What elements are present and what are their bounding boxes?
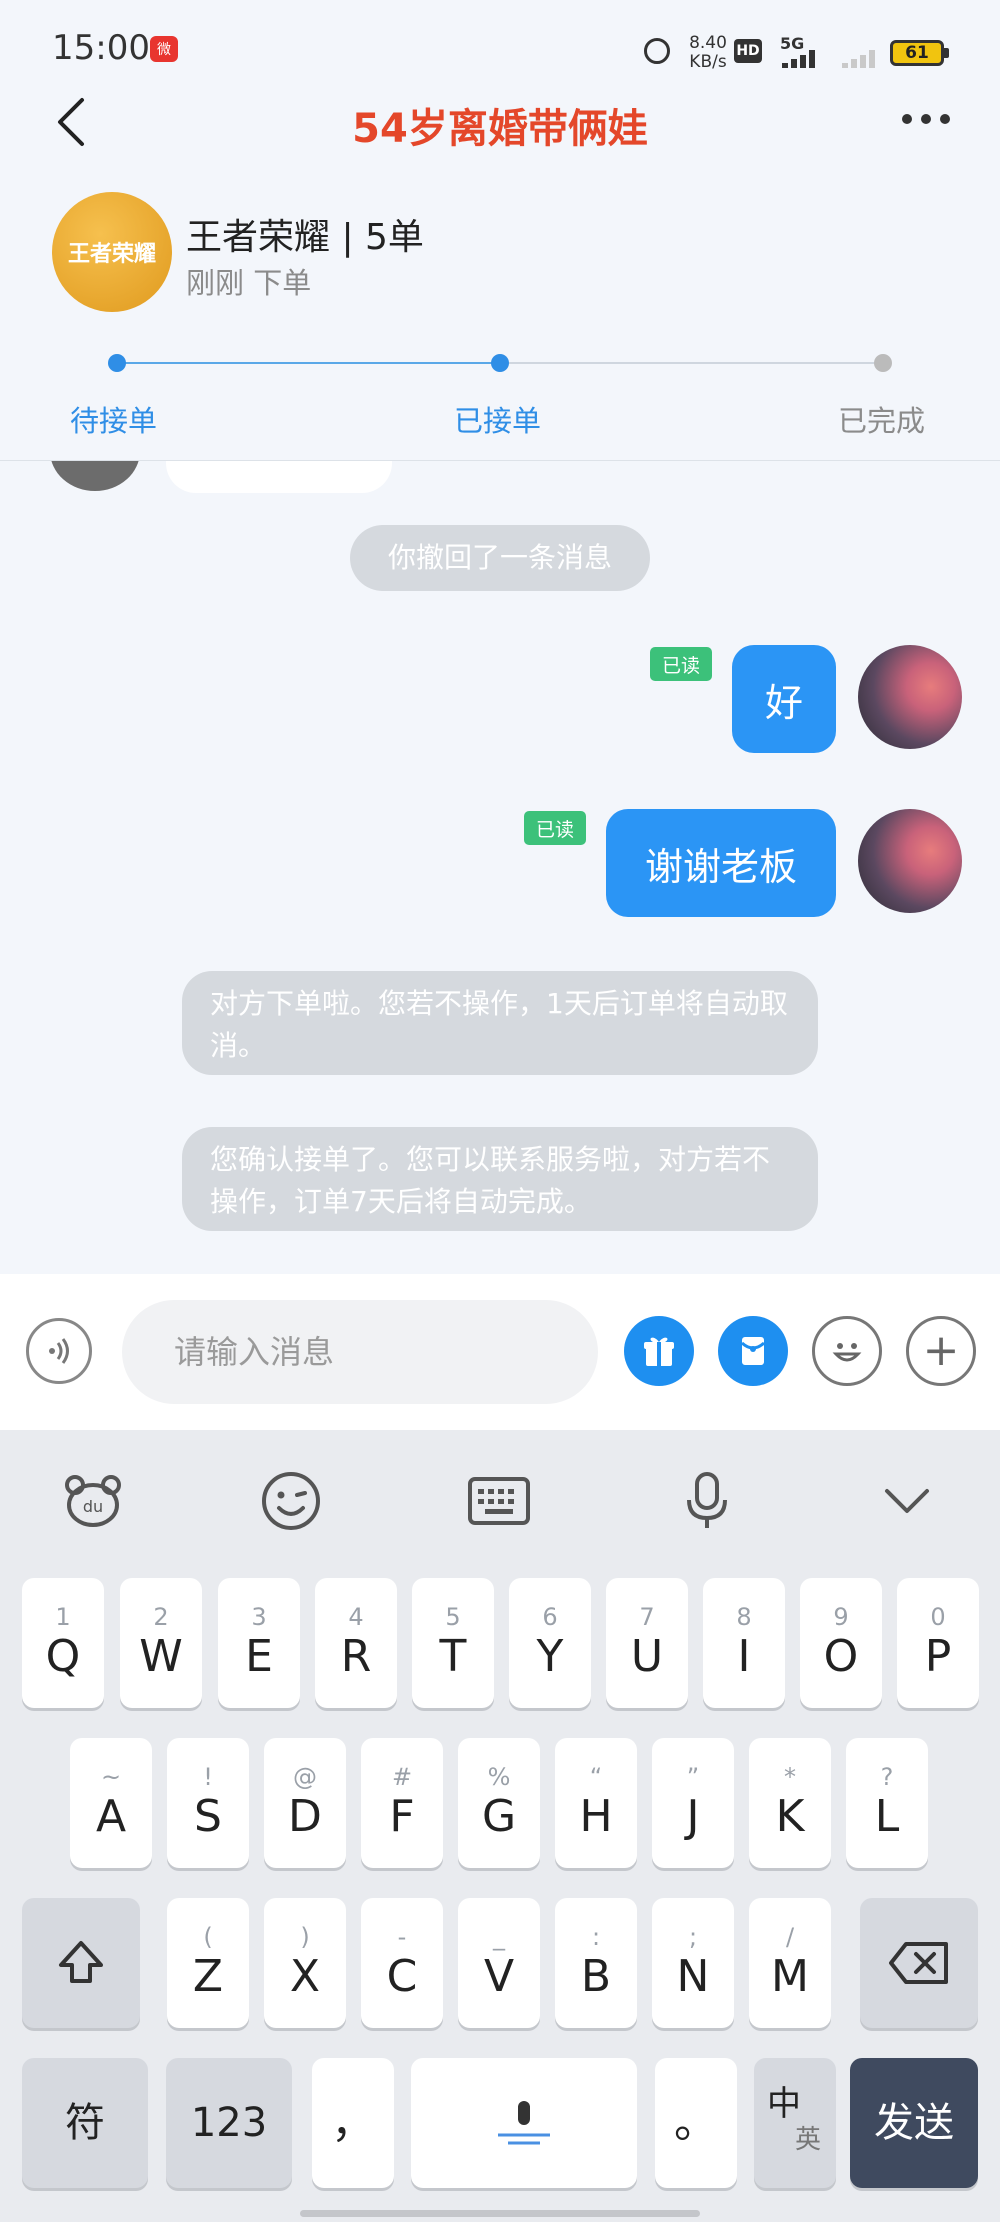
network-speed: 8.40 KB/s (689, 33, 727, 72)
my-avatar[interactable] (858, 809, 962, 913)
key-k[interactable]: * K (749, 1738, 831, 1868)
key-l[interactable]: ? L (846, 1738, 928, 1868)
home-indicator[interactable] (300, 2210, 700, 2217)
status-time: 15:00 (52, 28, 150, 68)
signal-strength-icon (782, 50, 824, 68)
hd-voice-icon: HD (734, 39, 762, 63)
key-y[interactable]: 6Y (509, 1578, 591, 1708)
step-label-accepted: 已接单 (454, 404, 542, 438)
key-n[interactable]: ; N (652, 1898, 734, 2028)
more-options-icon[interactable] (902, 104, 958, 134)
symbols-key[interactable]: 符 (22, 2058, 148, 2188)
order-title: 王者荣耀 | 5单 (186, 217, 424, 258)
progress-dot-pending-accept (108, 354, 126, 372)
shift-icon (59, 1941, 103, 1983)
signal-strength-2-icon (842, 48, 884, 68)
send-key[interactable]: 发送 (850, 2058, 978, 2188)
key-u[interactable]: 7U (606, 1578, 688, 1708)
plus-icon[interactable]: + (906, 1316, 976, 1386)
recall-notice: 你撤回了一条消息 (350, 525, 650, 591)
my-message-bubble[interactable]: 谢谢老板 (606, 809, 836, 917)
key-a[interactable]: ~ A (70, 1738, 152, 1868)
system-notice: 对方下单啦。您若不操作，1天后订单将自动取消。 (182, 971, 818, 1075)
key-s[interactable]: ! S (167, 1738, 249, 1868)
voice-input-icon[interactable] (26, 1318, 92, 1384)
language-switch-key[interactable]: 中 英 (754, 2058, 836, 2188)
weibo-notification-icon: 微 (150, 36, 178, 62)
order-time: 刚刚 下单 (186, 266, 312, 300)
numbers-key[interactable]: 123 (166, 2058, 292, 2188)
page-title: 54岁离婚带俩娃 (352, 106, 648, 152)
key-j[interactable]: ” J (652, 1738, 734, 1868)
key-h[interactable]: “H (555, 1738, 637, 1868)
keyboard-layout-icon[interactable] (464, 1466, 534, 1536)
key-z[interactable]: (Z (167, 1898, 249, 2028)
alarm-icon (644, 38, 670, 64)
red-packet-icon[interactable] (718, 1316, 788, 1386)
step-label-completed: 已完成 (838, 404, 926, 438)
my-message-bubble[interactable]: 好 (732, 645, 836, 753)
key-v[interactable]: _ V (458, 1898, 540, 2028)
partner-message-bubble (166, 461, 392, 493)
partner-avatar (50, 461, 140, 491)
key-b[interactable]: :B (555, 1898, 637, 2028)
backspace-icon (889, 1942, 948, 1984)
progress-line-pending (500, 362, 883, 364)
key-r[interactable]: 4R (315, 1578, 397, 1708)
battery-icon: 61 (890, 40, 944, 66)
step-label-pending-accept: 待接单 (70, 404, 158, 438)
key-g[interactable]: % G (458, 1738, 540, 1868)
key-i[interactable]: 8I (703, 1578, 785, 1708)
my-avatar[interactable] (858, 645, 962, 749)
key-f[interactable]: # F (361, 1738, 443, 1868)
period-key[interactable]: 。 (655, 2058, 737, 2188)
message-input[interactable] (122, 1300, 598, 1404)
system-notice: 您确认接单了。您可以联系服务啦，对方若不操作，订单7天后将自动完成。 (182, 1127, 818, 1231)
progress-dot-accepted (491, 354, 509, 372)
comma-key[interactable]: ， (312, 2058, 394, 2188)
read-badge: 已读 (650, 647, 712, 681)
battery-tip (944, 48, 949, 58)
shift-key[interactable] (22, 1898, 140, 2028)
chat-area[interactable]: 你撤回了一条消息 已读 好 已读 谢谢老板 对方下单啦。您若不操作，1天后订单将… (0, 461, 1000, 1273)
collapse-keyboard-icon[interactable] (872, 1466, 942, 1536)
backspace-key[interactable] (860, 1898, 978, 2028)
key-x[interactable]: ) X (264, 1898, 346, 2028)
read-badge: 已读 (524, 811, 586, 845)
progress-line-done (117, 362, 500, 364)
key-d[interactable]: @ D (264, 1738, 346, 1868)
space-voice-icon (498, 2101, 550, 2145)
svg-text:du: du (83, 1497, 103, 1516)
space-key[interactable] (411, 2058, 637, 2188)
key-o[interactable]: 9O (800, 1578, 882, 1708)
emoji-icon[interactable] (812, 1316, 882, 1386)
keyboard-emoji-icon[interactable] (256, 1466, 326, 1536)
key-m[interactable]: / M (749, 1898, 831, 2028)
keyboard-logo-icon[interactable]: du (58, 1466, 128, 1536)
key-c[interactable]: -C (361, 1898, 443, 2028)
key-t[interactable]: 5T (412, 1578, 494, 1708)
progress-dot-completed (874, 354, 892, 372)
game-logo: 王者荣耀 (52, 192, 172, 312)
gift-icon[interactable] (624, 1316, 694, 1386)
key-q[interactable]: 1Q (22, 1578, 104, 1708)
keyboard-mic-icon[interactable] (672, 1466, 742, 1536)
key-e[interactable]: 3E (218, 1578, 300, 1708)
key-w[interactable]: 2W (120, 1578, 202, 1708)
key-p[interactable]: 0P (897, 1578, 979, 1708)
